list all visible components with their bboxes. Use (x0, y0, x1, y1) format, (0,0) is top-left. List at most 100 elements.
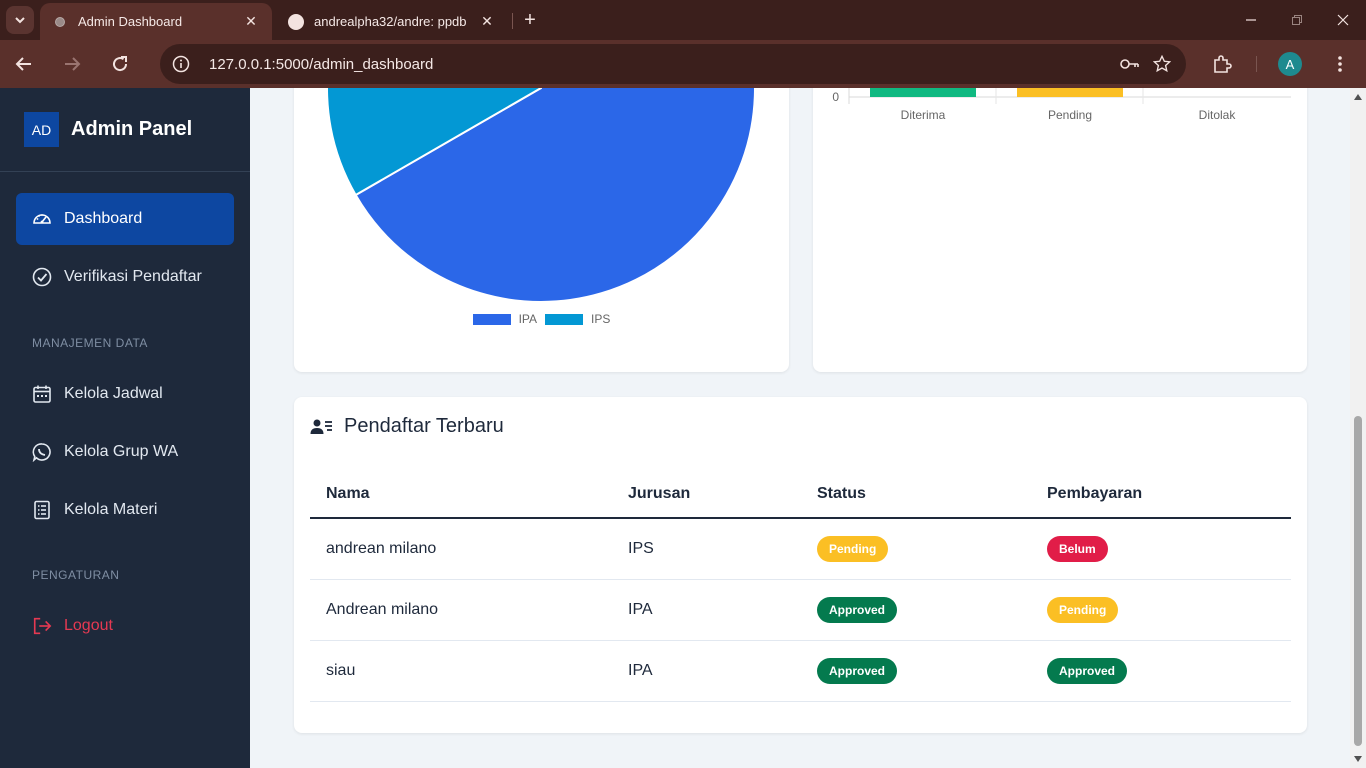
brand: AD Admin Panel (0, 88, 250, 172)
scroll-up-arrow[interactable] (1354, 94, 1362, 100)
restore-icon (1292, 15, 1302, 25)
chevron-down-icon (15, 17, 25, 24)
page-viewport: AD Admin Panel Dashboard Verifikasi Pend… (0, 88, 1366, 768)
sidebar-item-label: Logout (64, 617, 113, 634)
table-row: andrean milano IPS Pending Belum (310, 518, 1291, 580)
sidebar-item-kelola-jadwal[interactable]: Kelola Jadwal (16, 368, 234, 420)
github-icon (288, 13, 304, 30)
cell-nama: andrean milano (310, 518, 612, 580)
browser-menu-button[interactable] (1326, 50, 1354, 78)
sidebar-item-label: Kelola Materi (64, 501, 158, 518)
section-title-manajemen: MANAJEMEN DATA (32, 336, 148, 350)
payment-badge: Approved (1047, 657, 1128, 684)
sidebar-item-kelola-materi[interactable]: Kelola Materi (16, 484, 234, 536)
star-icon[interactable] (1146, 48, 1178, 80)
tab-admin-dashboard[interactable]: Admin Dashboard ✕ (40, 3, 272, 40)
globe-icon (52, 13, 68, 30)
sidebar-item-label: Kelola Grup WA (64, 443, 179, 460)
bar-pending (1017, 88, 1123, 97)
legend-label: IPA (518, 312, 538, 326)
sidebar-item-verifikasi[interactable]: Verifikasi Pendaftar (16, 251, 234, 303)
column-header-nama: Nama (310, 470, 612, 519)
x-tick-label-pending: Pending (1048, 108, 1092, 122)
cell-pembayaran: Pending (1031, 579, 1291, 641)
sidebar-item-label: Verifikasi Pendaftar (64, 268, 202, 285)
registrants-table: Nama Jurusan Status Pembayaran andrean m… (310, 470, 1291, 702)
jurusan-pie-chart (326, 88, 756, 303)
extensions-button[interactable] (1208, 50, 1236, 78)
x-tick-label-diterima: Diterima (901, 108, 946, 122)
check-circle-icon (32, 267, 52, 287)
card-title: Pendaftar Terbaru (310, 415, 504, 438)
document-list-icon (32, 500, 52, 520)
status-badge: Pending (817, 535, 889, 562)
sidebar-item-dashboard[interactable]: Dashboard (16, 193, 234, 245)
table-row: siau IPA Approved Approved (310, 640, 1291, 702)
cell-jurusan: IPS (612, 518, 801, 580)
browser-toolbar: 127.0.0.1:5000/admin_dashboard (0, 40, 1366, 88)
browser-tab-bar: Admin Dashboard ✕ andrealpha32/andre: pp… (0, 0, 1366, 40)
cell-jurusan: IPA (612, 640, 801, 702)
section-title-pengaturan: PENGATURAN (32, 568, 120, 582)
calendar-icon (32, 384, 52, 404)
legend-swatch (545, 313, 584, 325)
scrollbar-thumb[interactable] (1354, 416, 1362, 746)
table-row: Andrean milano IPA Approved Pending (310, 579, 1291, 641)
sidebar-item-label: Kelola Jadwal (64, 385, 163, 402)
column-header-status: Status (801, 470, 1031, 519)
new-tab-button[interactable]: + (518, 8, 542, 32)
brand-logo: AD (24, 112, 59, 147)
legend-item-ips[interactable]: IPS (545, 312, 610, 326)
cell-pembayaran: Approved (1031, 640, 1291, 702)
status-bar-chart-card: 0 Diterima Pending Ditolak (813, 88, 1307, 372)
pendaftar-terbaru-card: Pendaftar Terbaru Nama Jurusan Status Pe… (294, 397, 1307, 733)
scroll-down-arrow[interactable] (1354, 756, 1362, 762)
close-icon[interactable]: ✕ (242, 13, 260, 30)
key-icon[interactable] (1114, 48, 1146, 80)
toolbar-separator (1256, 56, 1257, 72)
tab-search-button[interactable] (6, 6, 34, 34)
page-scrollbar[interactable] (1350, 88, 1366, 768)
cell-status: Approved (801, 579, 1031, 641)
forward-button[interactable] (58, 50, 86, 78)
minimize-icon (1246, 19, 1256, 21)
back-button[interactable] (10, 50, 38, 78)
site-info-icon[interactable] (169, 52, 193, 76)
legend-swatch (472, 313, 511, 325)
cell-nama: siau (310, 640, 612, 702)
sidebar-item-logout[interactable]: Logout (16, 600, 234, 652)
sidebar-item-kelola-grup-wa[interactable]: Kelola Grup WA (16, 426, 234, 478)
reload-icon (113, 56, 128, 72)
brand-name: Admin Panel (71, 118, 193, 140)
column-header-pembayaran: Pembayaran (1031, 470, 1291, 519)
status-badge: Approved (817, 596, 898, 623)
cell-status: Approved (801, 640, 1031, 702)
sidebar-item-label: Dashboard (64, 210, 143, 227)
whatsapp-icon (32, 442, 52, 462)
cell-nama: Andrean milano (310, 579, 612, 641)
speedometer-icon (32, 209, 52, 229)
kebab-menu-icon (1338, 56, 1342, 72)
logout-icon (32, 616, 52, 636)
sidebar: AD Admin Panel Dashboard Verifikasi Pend… (0, 88, 250, 768)
column-header-jurusan: Jurusan (612, 470, 801, 519)
cell-jurusan: IPA (612, 579, 801, 641)
arrow-left-icon (15, 57, 31, 71)
table-header-row: Nama Jurusan Status Pembayaran (310, 470, 1291, 519)
tab-github[interactable]: andrealpha32/andre: ppdb ✕ (276, 3, 508, 40)
minimize-button[interactable] (1236, 8, 1266, 32)
profile-avatar[interactable]: A (1278, 52, 1302, 76)
reload-button[interactable] (106, 50, 134, 78)
status-bar-chart: 0 Diterima Pending Ditolak (832, 88, 1291, 122)
close-icon (1337, 14, 1349, 26)
restore-button[interactable] (1282, 8, 1312, 32)
payment-badge: Belum (1047, 535, 1108, 562)
y-tick-label: 0 (832, 90, 839, 104)
legend-item-ipa[interactable]: IPA (472, 312, 538, 326)
tab-separator (512, 13, 513, 29)
x-tick-label-ditolak: Ditolak (1199, 108, 1237, 122)
address-bar[interactable]: 127.0.0.1:5000/admin_dashboard (160, 44, 1186, 84)
puzzle-icon (1214, 55, 1232, 73)
close-window-button[interactable] (1328, 8, 1358, 32)
close-icon[interactable]: ✕ (478, 13, 496, 30)
